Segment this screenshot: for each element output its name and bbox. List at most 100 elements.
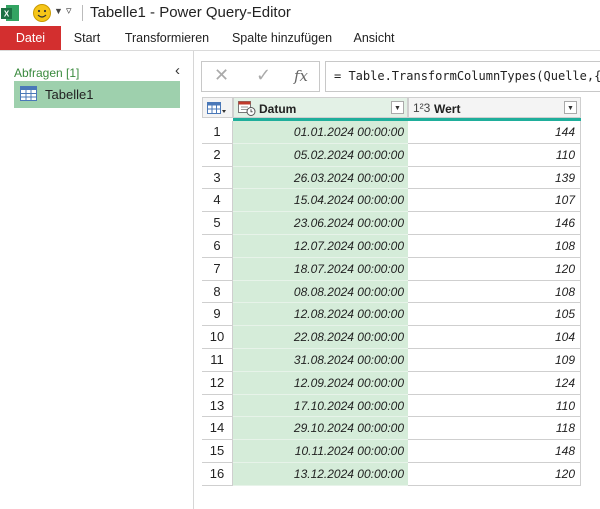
table-menu-icon [207,102,226,114]
table-row[interactable]: 13 17.10.2024 00:00:00 110 [202,394,581,418]
tab-add-column[interactable]: Spalte hinzufügen [226,26,338,50]
cell-wert[interactable]: 105 [408,303,581,327]
row-index[interactable]: 5 [202,212,233,235]
svg-text:X: X [4,10,10,19]
cell-wert[interactable]: 124 [408,371,581,395]
cell-wert[interactable]: 118 [408,417,581,441]
fx-icon[interactable]: fx [294,67,308,85]
table-row[interactable]: 15 10.11.2024 00:00:00 148 [202,440,581,463]
row-index[interactable]: 14 [202,417,233,441]
title-separator [82,5,83,21]
cell-datum[interactable]: 15.04.2024 00:00:00 [233,189,408,213]
table-row[interactable]: 4 15.04.2024 00:00:00 107 [202,189,581,213]
row-index[interactable]: 7 [202,257,233,281]
column-header-wert[interactable]: 1²3 Wert ▼ [408,97,581,118]
row-index[interactable]: 9 [202,303,233,327]
cell-datum[interactable]: 22.08.2024 00:00:00 [233,326,408,349]
ribbon-tabs: Datei Start Transformieren Spalte hinzuf… [0,26,600,51]
cell-datum[interactable]: 05.02.2024 00:00:00 [233,143,408,167]
row-index[interactable]: 2 [202,143,233,167]
table-row[interactable]: 1 01.01.2024 00:00:00 144 [202,121,581,144]
row-index[interactable]: 4 [202,189,233,213]
table-row[interactable]: 5 23.06.2024 00:00:00 146 [202,212,581,235]
smiley-feedback-icon[interactable] [32,3,52,23]
smiley-dropdown-icon[interactable]: ▼ [54,6,63,16]
column-name-datum: Datum [259,102,297,116]
tab-start[interactable]: Start [61,26,113,50]
table-row[interactable]: 11 31.08.2024 00:00:00 109 [202,349,581,372]
cell-datum[interactable]: 23.06.2024 00:00:00 [233,212,408,235]
title-bar: X ▼ ▿ Tabelle1 - Power Query-Editor [0,0,600,26]
cell-datum[interactable]: 10.11.2024 00:00:00 [233,440,408,463]
cell-wert[interactable]: 139 [408,166,581,190]
tab-file[interactable]: Datei [0,26,61,50]
table-row[interactable]: 12 12.09.2024 00:00:00 124 [202,371,581,395]
cell-datum[interactable]: 12.09.2024 00:00:00 [233,371,408,395]
cell-datum[interactable]: 08.08.2024 00:00:00 [233,280,408,304]
formula-input[interactable]: = Table.TransformColumnTypes(Quelle,{ [325,61,600,92]
cell-datum[interactable]: 17.10.2024 00:00:00 [233,394,408,418]
table-icon [20,86,37,101]
table-row[interactable]: 9 12.08.2024 00:00:00 105 [202,303,581,327]
collapse-queries-icon[interactable]: ‹ [175,62,180,79]
tab-view[interactable]: Ansicht [346,26,402,50]
table-row[interactable]: 8 08.08.2024 00:00:00 108 [202,280,581,304]
cell-wert[interactable]: 110 [408,394,581,418]
row-index[interactable]: 8 [202,280,233,304]
whole-number-type-icon: 1²3 [413,101,431,115]
cell-wert[interactable]: 120 [408,257,581,281]
cell-datum[interactable]: 12.07.2024 00:00:00 [233,235,408,258]
excel-icon[interactable]: X [0,3,20,23]
query-item-tabelle1[interactable]: Tabelle1 [14,81,180,108]
cell-datum[interactable]: 01.01.2024 00:00:00 [233,121,408,144]
table-menu-button[interactable] [202,97,233,118]
cell-wert[interactable]: 104 [408,326,581,349]
window-title: Tabelle1 - Power Query-Editor [90,4,291,21]
table-row[interactable]: 2 05.02.2024 00:00:00 110 [202,143,581,167]
cell-wert[interactable]: 109 [408,349,581,372]
tab-transform[interactable]: Transformieren [117,26,217,50]
cell-datum[interactable]: 26.03.2024 00:00:00 [233,166,408,190]
column-header-datum[interactable]: Datum ▼ [233,97,408,118]
row-index[interactable]: 10 [202,326,233,349]
query-item-label: Tabelle1 [45,87,94,102]
table-row[interactable]: 3 26.03.2024 00:00:00 139 [202,166,581,190]
row-index[interactable]: 1 [202,121,233,144]
formula-text: = Table.TransformColumnTypes(Quelle,{ [334,69,600,83]
cell-datum[interactable]: 13.12.2024 00:00:00 [233,463,408,486]
confirm-check-icon[interactable]: ✓ [256,65,271,86]
cell-wert[interactable]: 146 [408,212,581,235]
cell-datum[interactable]: 18.07.2024 00:00:00 [233,257,408,281]
cell-wert[interactable]: 110 [408,143,581,167]
cell-wert[interactable]: 108 [408,280,581,304]
table-row[interactable]: 14 29.10.2024 00:00:00 118 [202,417,581,441]
row-index[interactable]: 16 [202,463,233,486]
cell-datum[interactable]: 29.10.2024 00:00:00 [233,417,408,441]
table-row[interactable]: 6 12.07.2024 00:00:00 108 [202,235,581,258]
row-index[interactable]: 13 [202,394,233,418]
queries-pane: Abfragen [1] ‹ Tabelle1 [0,51,194,509]
row-index[interactable]: 12 [202,371,233,395]
table-row[interactable]: 16 13.12.2024 00:00:00 120 [202,463,581,486]
cell-datum[interactable]: 31.08.2024 00:00:00 [233,349,408,372]
cancel-icon[interactable]: ✕ [214,65,229,86]
row-index[interactable]: 15 [202,440,233,463]
cell-wert[interactable]: 120 [408,463,581,486]
formula-bar-buttons: ✕ ✓ fx [201,61,320,92]
cell-wert[interactable]: 107 [408,189,581,213]
row-index[interactable]: 11 [202,349,233,372]
date-time-type-icon [238,101,256,116]
queries-header: Abfragen [1] [14,66,80,80]
cell-datum[interactable]: 12.08.2024 00:00:00 [233,303,408,327]
table-row[interactable]: 7 18.07.2024 00:00:00 120 [202,257,581,281]
column-name-wert: Wert [434,102,461,116]
table-row[interactable]: 10 22.08.2024 00:00:00 104 [202,326,581,349]
row-index[interactable]: 3 [202,166,233,190]
cell-wert[interactable]: 108 [408,235,581,258]
filter-dropdown-icon[interactable]: ▼ [391,101,404,114]
cell-wert[interactable]: 144 [408,121,581,144]
customize-quick-access-icon[interactable]: ▿ [66,4,72,17]
filter-dropdown-icon[interactable]: ▼ [564,101,577,114]
cell-wert[interactable]: 148 [408,440,581,463]
row-index[interactable]: 6 [202,235,233,258]
